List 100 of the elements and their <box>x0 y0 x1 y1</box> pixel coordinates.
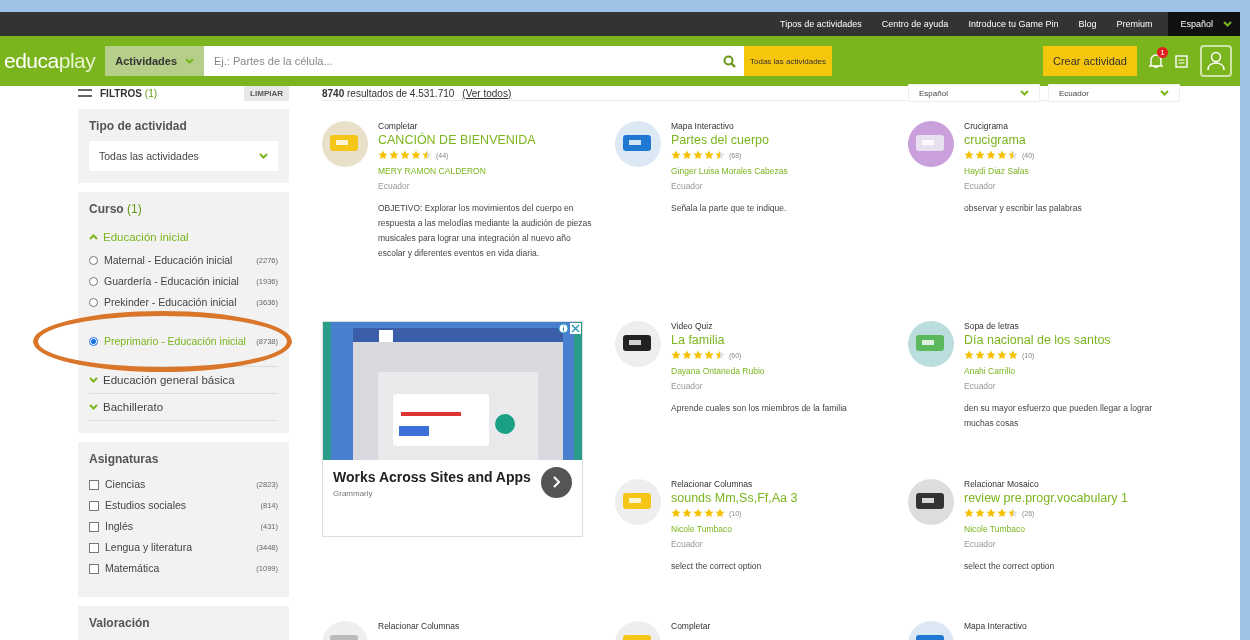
bell-icon[interactable] <box>1149 53 1163 69</box>
star-icon <box>1008 150 1018 160</box>
star-icon <box>704 350 714 360</box>
star-icon <box>704 508 714 518</box>
star-icon <box>400 150 410 160</box>
next-button[interactable] <box>541 466 572 498</box>
activity-type: Mapa Interactivo <box>671 121 735 131</box>
section-title: Curso (1) <box>89 202 143 216</box>
category-dropdown[interactable]: Actividades <box>105 46 204 76</box>
star-icon <box>693 350 703 360</box>
star-icon <box>671 150 681 160</box>
country-select[interactable]: Ecuador <box>1048 84 1180 102</box>
ad-advertiser: Grammarly <box>333 489 374 498</box>
top-nav-link[interactable]: Premium <box>1106 19 1163 29</box>
activity-icon <box>908 479 954 525</box>
section-title: Tipo de actividad <box>89 119 188 133</box>
country-label: Ecuador <box>964 539 997 549</box>
language-select[interactable]: Español <box>908 84 1040 102</box>
radio-button[interactable] <box>89 298 98 307</box>
course-group[interactable]: Educación general básica <box>89 367 278 394</box>
search-icon[interactable] <box>723 54 736 68</box>
chevron-icon <box>89 404 98 410</box>
radio-button[interactable] <box>89 256 98 265</box>
star-icon <box>986 350 996 360</box>
star-icon <box>411 150 421 160</box>
option-label: Preprimario - Educación inicial <box>104 334 246 349</box>
activity-type-select[interactable]: Todas las actividades <box>89 141 278 171</box>
country-label: Ecuador <box>964 181 997 191</box>
star-icon <box>715 508 725 518</box>
country-label: Ecuador <box>964 381 997 391</box>
activity-description: select the correct option <box>964 560 1056 573</box>
star-icon <box>997 508 1007 518</box>
view-all-link[interactable]: (Ver todos) <box>462 87 512 99</box>
star-icon <box>964 150 974 160</box>
radio-button[interactable] <box>89 337 98 346</box>
info-icon[interactable] <box>558 323 569 334</box>
activity-type: Relacionar Columnas <box>671 479 754 489</box>
checkbox[interactable] <box>89 563 99 574</box>
star-icon <box>986 508 996 518</box>
option-label: Maternal - Educación inicial <box>104 253 233 268</box>
radio-button[interactable] <box>89 277 98 286</box>
activity-type: Relacionar Columnas <box>378 621 461 631</box>
checkbox[interactable] <box>89 542 99 553</box>
star-icon <box>997 150 1007 160</box>
activity-icon <box>908 121 954 167</box>
star-icon <box>1008 350 1018 360</box>
star-icon <box>715 150 725 160</box>
activity-description: OBJETIVO: Explorar los movimientos del cuerpo en respuesta a las melodías mediante la audición de piezas musicales para lograr una integración al nuevo año escolar y diferentes eventos en vida diaria. <box>378 202 593 260</box>
user-avatar[interactable] <box>1200 45 1232 77</box>
checkbox[interactable] <box>89 521 99 532</box>
chevron-icon <box>89 377 98 383</box>
star-icon <box>389 150 399 160</box>
star-icon <box>975 508 985 518</box>
checkbox[interactable] <box>89 500 99 511</box>
option-label: Guardería - Educación inicial <box>104 274 239 289</box>
checkbox[interactable] <box>89 479 99 490</box>
language-menu[interactable]: Español <box>1168 12 1240 36</box>
close-icon[interactable] <box>570 323 581 334</box>
activity-description: den su mayor esfuerzo que pueden llegar a lograr muchas cosas <box>964 402 1154 430</box>
chevron-icon <box>89 234 98 240</box>
star-icon <box>704 150 714 160</box>
filters-title: FILTROS (1) <box>100 87 158 99</box>
star-icon <box>986 150 996 160</box>
star-icon <box>671 508 681 518</box>
activity-icon <box>615 479 661 525</box>
star-icon <box>964 508 974 518</box>
star-icon <box>682 508 692 518</box>
activity-type: Mapa Interactivo <box>964 621 1028 631</box>
top-nav-link[interactable]: Tipos de actividades <box>770 19 872 29</box>
activity-type: Sopa de letras <box>964 321 1020 331</box>
star-icon <box>378 150 388 160</box>
activity-icon <box>908 321 954 367</box>
top-nav-link[interactable]: Centro de ayuda <box>871 19 959 29</box>
activity-icon <box>615 321 661 367</box>
star-icon <box>693 150 703 160</box>
star-icon <box>964 350 974 360</box>
course-group[interactable]: Bachillerato <box>89 394 278 421</box>
option-label: Matemática <box>105 561 160 576</box>
activities-filter-button[interactable]: Todas las actividades <box>744 46 833 76</box>
country-label: Ecuador <box>378 181 411 191</box>
country-label: Ecuador <box>671 381 704 391</box>
option-label: Estudios sociales <box>105 498 187 513</box>
top-nav-link[interactable]: Introduce tu Game Pin <box>958 19 1069 29</box>
top-nav-link[interactable]: Blog <box>1068 19 1107 29</box>
activity-icon <box>322 121 368 167</box>
option-label: Inglés <box>105 519 134 534</box>
activity-icon <box>615 121 661 167</box>
ad-headline[interactable]: Works Across Sites and Apps <box>333 466 531 489</box>
activity-description: select the correct option <box>671 560 763 573</box>
search-bar[interactable]: Ej.: Partes de la célula... <box>204 46 744 76</box>
chevron-icon <box>1020 90 1029 96</box>
activity-type: Completar <box>671 621 712 631</box>
activity-type: Video Quiz <box>671 321 714 331</box>
advertisement[interactable]: Works Across Sites and Apps Grammarly <box>322 321 583 537</box>
activity-description: Señala la parte que te indique. <box>671 202 788 215</box>
create-activity-button[interactable]: Crear actividad <box>1043 46 1137 76</box>
star-icon <box>682 350 692 360</box>
chevron-icon <box>259 153 268 159</box>
chevron-icon <box>1160 90 1169 96</box>
section-title: Valoración <box>89 616 151 630</box>
